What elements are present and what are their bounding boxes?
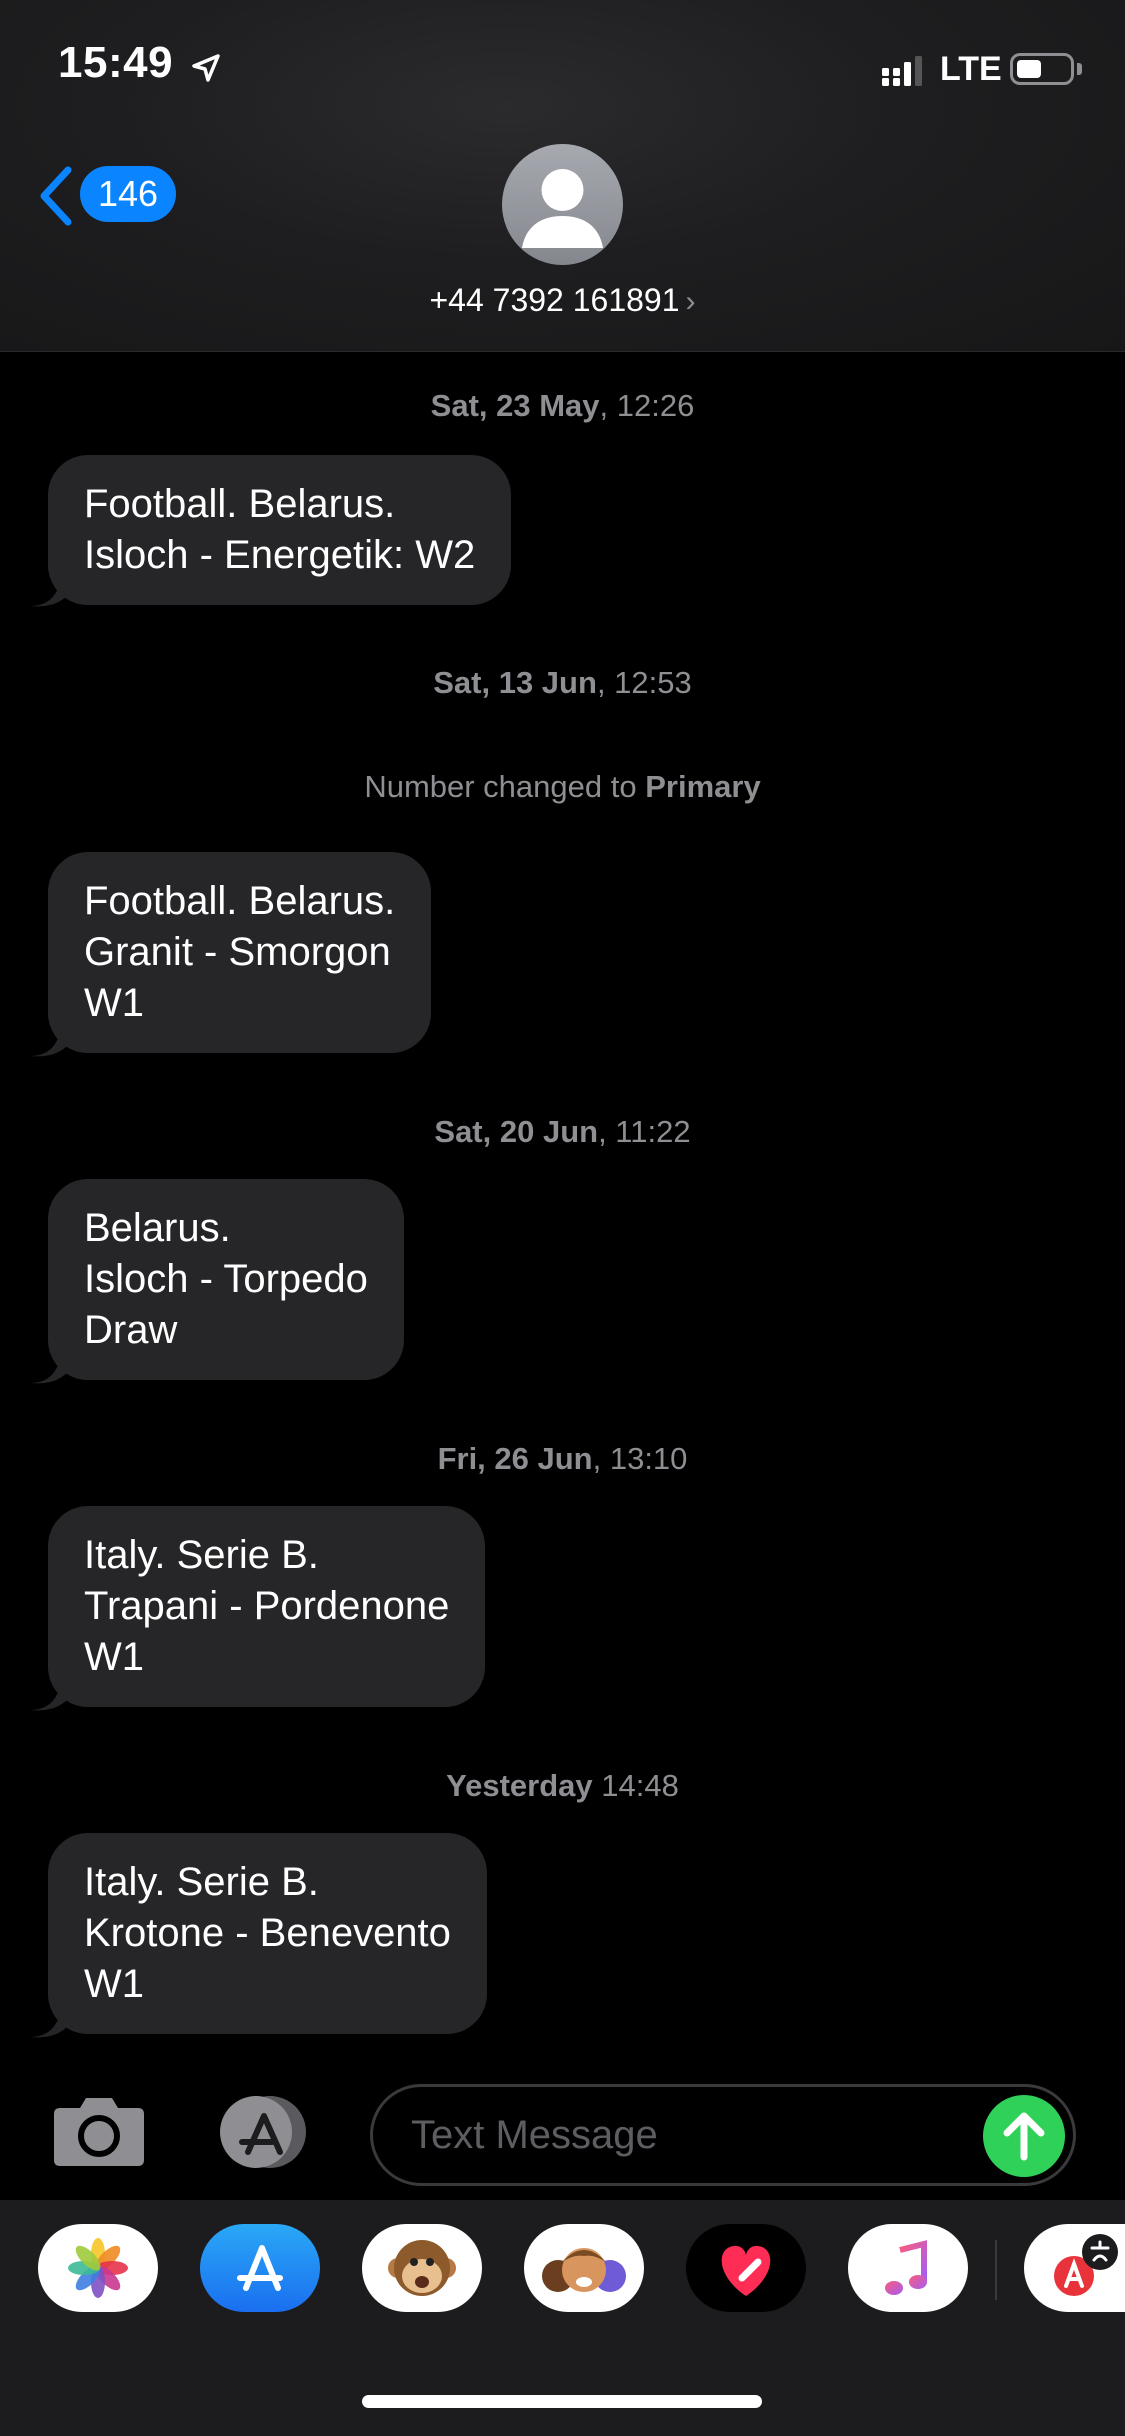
message-line: Granit - Smorgon — [84, 930, 391, 974]
message-bubble[interactable]: Football. Belarus. Isloch - Energetik: W… — [48, 455, 512, 605]
message-line: Krotone - Benevento — [84, 1911, 451, 1955]
translate-icon[interactable] — [1024, 2224, 1125, 2312]
status-time: 15:49 — [58, 38, 174, 87]
message-line: Draw — [84, 1308, 178, 1352]
app-store-drawer-icon[interactable] — [210, 2094, 318, 2170]
timestamp: Sat, 23 May, 12:26 — [430, 388, 695, 423]
back-chevron-icon[interactable] — [38, 166, 74, 226]
message-bubble[interactable]: Football. Belarus. Granit - Smorgon W1 — [48, 852, 432, 1053]
animoji-icon[interactable] — [362, 2224, 482, 2312]
timestamp: Sat, 20 Jun, 11:22 — [434, 1114, 691, 1149]
contact-chevron-icon: › — [685, 285, 696, 318]
message-line: Isloch - Energetik: W2 — [84, 533, 476, 577]
timestamp: Yesterday 14:48 — [446, 1768, 679, 1803]
send-button[interactable] — [983, 2095, 1065, 2177]
message-line: W1 — [84, 981, 144, 1025]
message-line: W1 — [84, 1635, 144, 1679]
battery-cap — [1077, 63, 1082, 75]
message-line: Football. Belarus. — [84, 879, 396, 923]
system-note: Number changed to Primary — [364, 769, 761, 804]
memoji-icon[interactable] — [524, 2224, 644, 2312]
contact-number[interactable]: +44 7392 161891 — [429, 282, 679, 318]
location-arrow-icon — [192, 54, 220, 82]
battery-icon — [1010, 53, 1074, 85]
message-bubble[interactable]: Italy. Serie B. Krotone - Benevento W1 — [48, 1833, 487, 2034]
arrow-up-icon — [1003, 2112, 1045, 2161]
back-unread-count[interactable]: 146 — [80, 166, 177, 222]
message-line: W1 — [84, 1962, 144, 2006]
conversation-header: 15:49 LTE 146 +44 7392 161891 › — [0, 0, 1125, 352]
drawer-divider — [995, 2240, 997, 2300]
message-line: Italy. Serie B. — [84, 1533, 319, 1577]
network-type: LTE — [940, 50, 1002, 88]
contact-avatar[interactable] — [502, 144, 623, 265]
cellular-signal-icon — [882, 56, 922, 86]
message-bubble[interactable]: Italy. Serie B. Trapani - Pordenone W1 — [48, 1506, 486, 1707]
message-line: Trapani - Pordenone — [84, 1584, 450, 1628]
music-icon[interactable] — [848, 2224, 968, 2312]
message-input-field[interactable] — [370, 2084, 1076, 2186]
message-bubble[interactable]: Belarus. Isloch - Torpedo Draw — [48, 1179, 404, 1380]
digital-touch-icon[interactable] — [686, 2224, 806, 2312]
timestamp: Sat, 13 Jun, 12:53 — [433, 665, 692, 700]
contact-name[interactable]: +44 7392 161891 › — [0, 282, 1125, 319]
timestamp: Fri, 26 Jun, 13:10 — [437, 1441, 688, 1476]
camera-icon[interactable] — [52, 2092, 146, 2168]
message-input[interactable] — [409, 2087, 969, 2183]
message-line: Isloch - Torpedo — [84, 1257, 368, 1301]
home-indicator[interactable] — [362, 2395, 762, 2408]
photos-icon[interactable] — [38, 2224, 158, 2312]
person-icon — [522, 169, 603, 248]
message-line: Italy. Serie B. — [84, 1860, 319, 1904]
message-line: Football. Belarus. — [84, 482, 396, 526]
app-store-icon[interactable] — [200, 2224, 320, 2312]
message-line: Belarus. — [84, 1206, 231, 1250]
